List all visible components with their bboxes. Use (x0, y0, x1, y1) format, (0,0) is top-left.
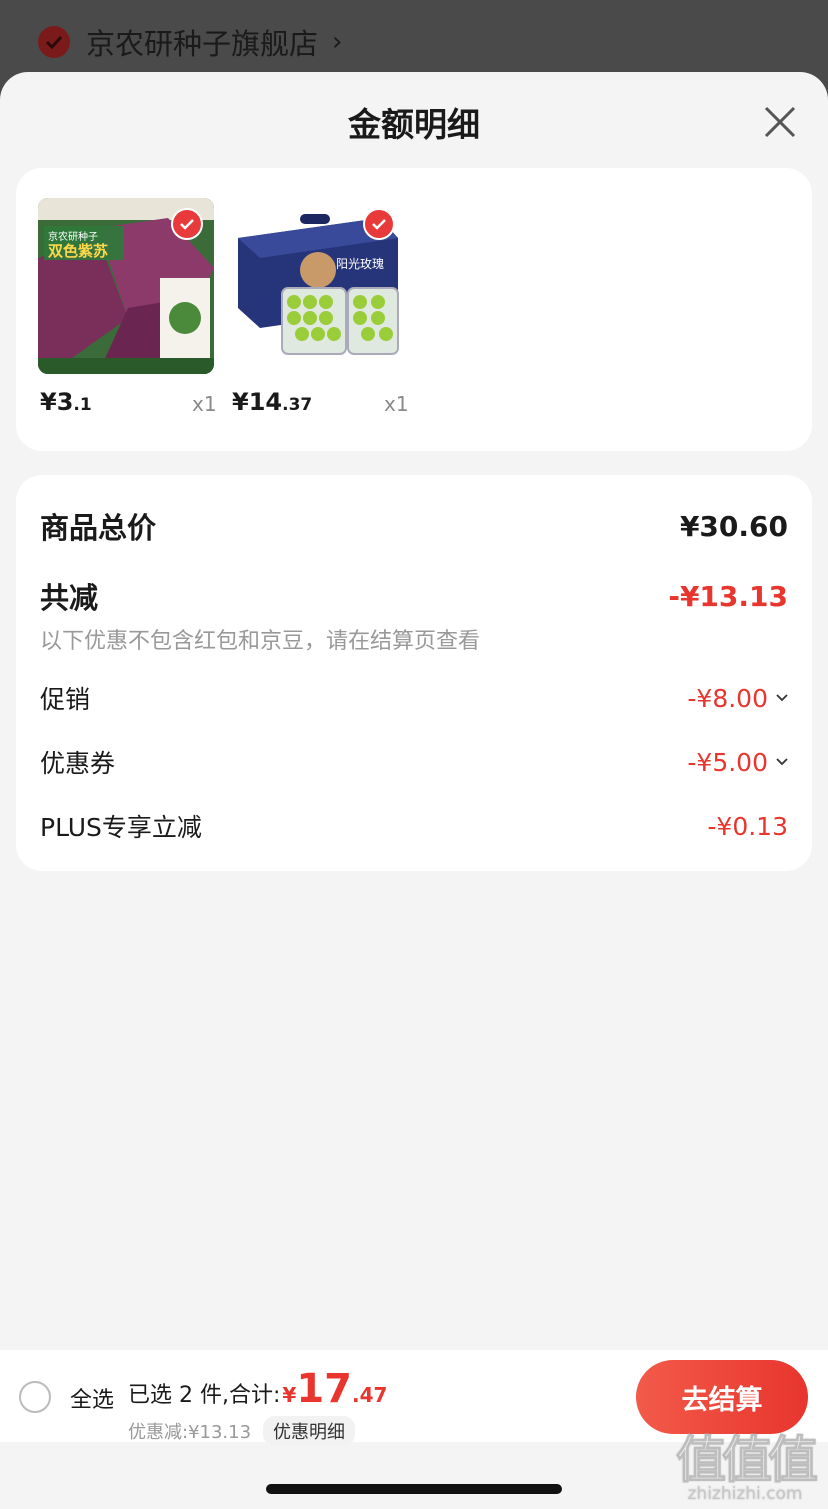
summary-prefix: 已选 2 件,合计: (128, 1383, 281, 1408)
chevron-down-icon[interactable] (776, 694, 788, 702)
item-price-dec: .1 (73, 395, 92, 415)
promotion-value: -¥8.00 (687, 684, 788, 713)
item-price-int: ¥14 (232, 388, 283, 416)
item-price-int: ¥3 (40, 388, 74, 416)
coupon-row[interactable]: 优惠券 -¥5.00 (40, 744, 788, 780)
watermark: 值值值 zhizhizhi.com (676, 1420, 819, 1505)
total-currency: ¥ (282, 1383, 297, 1407)
order-summary: 已选 2 件,合计: ¥ 17 .47 (128, 1366, 387, 1412)
amount-detail-card: 商品总价 ¥30.60 共减 -¥13.13 以下优惠不包含红包和京豆，请在结算… (16, 475, 812, 871)
total-reduce-row: 共减 -¥13.13 (40, 575, 788, 617)
store-row[interactable]: 京农研种子旗舰店 › (38, 22, 342, 62)
discount-note: 以下优惠不包含红包和京豆，请在结算页查看 (40, 629, 481, 654)
sheet-title: 金额明细 (348, 105, 480, 144)
watermark-url: zhizhizhi.com (687, 1484, 803, 1504)
promotion-amount: -¥8.00 (687, 683, 768, 713)
select-all-label[interactable]: 全选 (70, 1382, 114, 1414)
home-indicator[interactable] (266, 1484, 562, 1494)
amount-detail-sheet: 金额明细 京农研种子 双色紫苏 ¥3.1 x1 阳光玫瑰 ¥14.37 x1 商… (0, 72, 828, 1509)
close-icon[interactable] (760, 102, 800, 142)
promotion-row[interactable]: 促销 -¥8.00 (40, 680, 788, 716)
total-price-row: 商品总价 ¥30.60 (40, 505, 788, 547)
item-price-dec: .37 (282, 395, 313, 415)
select-all-radio[interactable] (19, 1381, 51, 1413)
chevron-down-icon[interactable] (776, 758, 788, 766)
total-reduce-label: 共减 (40, 581, 99, 615)
store-check-icon[interactable] (38, 26, 70, 58)
svg-text:阳光玫瑰: 阳光玫瑰 (336, 256, 384, 271)
svg-text:双色紫苏: 双色紫苏 (48, 242, 108, 260)
discount-detail-button[interactable]: 优惠明细 (263, 1416, 356, 1446)
coupon-value: -¥5.00 (687, 748, 788, 777)
promotion-label: 促销 (40, 685, 91, 714)
total-amount-dec: .47 (351, 1383, 388, 1407)
items-card: 京农研种子 双色紫苏 ¥3.1 x1 阳光玫瑰 ¥14.37 x1 (16, 168, 812, 451)
selected-check-icon[interactable] (363, 208, 395, 240)
item-price: ¥3.1 (40, 388, 92, 416)
total-price-value: ¥30.60 (679, 509, 788, 543)
plus-discount-label: PLUS专享立减 (40, 813, 202, 842)
plus-discount-value: -¥0.13 (707, 811, 788, 841)
item-qty: x1 (192, 392, 217, 416)
total-amount-int: 17 (296, 1366, 352, 1412)
coupon-amount: -¥5.00 (687, 747, 768, 777)
discount-text: 优惠减:¥13.13 (128, 1422, 252, 1443)
plus-discount-row: PLUS专享立减 -¥0.13 (40, 808, 788, 844)
item-price: ¥14.37 (232, 388, 312, 416)
total-reduce-value: -¥13.13 (668, 579, 788, 613)
chevron-right-icon: › (332, 27, 343, 57)
item-qty: x1 (384, 392, 409, 416)
total-price-label: 商品总价 (40, 511, 157, 545)
watermark-logo: 值值值 (676, 1431, 819, 1490)
selected-check-icon[interactable] (171, 208, 203, 240)
store-name: 京农研种子旗舰店 (86, 27, 319, 61)
coupon-label: 优惠券 (40, 749, 116, 778)
discount-summary: 优惠减:¥13.13 优惠明细 (128, 1416, 356, 1446)
